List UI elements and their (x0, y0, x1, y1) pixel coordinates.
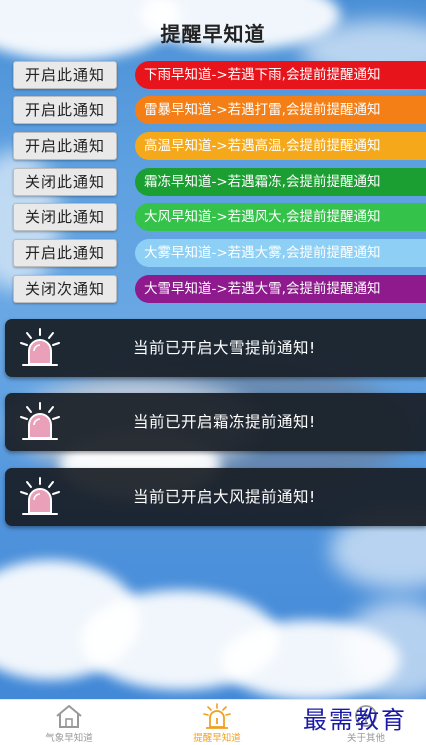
notification-row: 关闭此通知 霜冻早知道->若遇霜冻,会提前提醒通知 (0, 168, 426, 196)
active-alert-card: 当前已开启大雪提前通知! (5, 319, 426, 377)
watermark-text: 最需教育 (303, 706, 407, 734)
toggle-notification-button[interactable]: 关闭此通知 (13, 203, 117, 231)
notification-description: 雷暴早知道->若遇打雷,会提前提醒通知 (135, 96, 426, 124)
notification-row: 开启此通知 雷暴早知道->若遇打雷,会提前提醒通知 (0, 96, 426, 124)
toggle-notification-button[interactable]: 开启此通知 (13, 239, 117, 267)
notification-row: 关闭此通知 大风早知道->若遇风大,会提前提醒通知 (0, 203, 426, 231)
tab-label: 气象早知道 (45, 733, 93, 744)
toggle-notification-button[interactable]: 开启此通知 (13, 96, 117, 124)
alert-message: 当前已开启霜冻提前通知! (133, 413, 316, 431)
tab-weather[interactable]: 气象早知道 (19, 700, 119, 745)
notification-description: 下雨早知道->若遇下雨,会提前提醒通知 (135, 61, 426, 89)
notification-description: 大雪早知道->若遇大雪,会提前提醒通知 (135, 275, 426, 303)
notification-row: 开启此通知 下雨早知道->若遇下雨,会提前提醒通知 (0, 61, 426, 89)
tab-label: 提醒早知道 (193, 733, 241, 744)
toggle-notification-button[interactable]: 关闭次通知 (13, 275, 117, 303)
alarm-light-icon (203, 703, 231, 729)
toggle-notification-button[interactable]: 关闭此通知 (13, 168, 117, 196)
notification-row: 开启此通知 大雾早知道->若遇大雾,会提前提醒通知 (0, 239, 426, 267)
notification-description: 霜冻早知道->若遇霜冻,会提前提醒通知 (135, 168, 426, 196)
alarm-light-icon (20, 328, 60, 366)
active-alert-card: 当前已开启霜冻提前通知! (5, 393, 426, 451)
tab-reminders[interactable]: 提醒早知道 (167, 700, 267, 745)
alert-message: 当前已开启大雪提前通知! (133, 339, 316, 357)
active-alert-card: 当前已开启大风提前通知! (5, 468, 426, 526)
toggle-notification-button[interactable]: 开启此通知 (13, 61, 117, 89)
notification-row: 关闭次通知 大雪早知道->若遇大雪,会提前提醒通知 (0, 275, 426, 303)
toggle-notification-button[interactable]: 开启此通知 (13, 132, 117, 160)
notification-row: 开启此通知 高温早知道->若遇高温,会提前提醒通知 (0, 132, 426, 160)
page-title: 提醒早知道 (160, 22, 266, 46)
notification-description: 大风早知道->若遇风大,会提前提醒通知 (135, 203, 426, 231)
house-icon (56, 705, 82, 728)
notification-description: 高温早知道->若遇高温,会提前提醒通知 (135, 132, 426, 160)
alarm-light-icon (20, 477, 60, 515)
alarm-light-icon (20, 402, 60, 440)
alert-message: 当前已开启大风提前通知! (133, 488, 316, 506)
notification-description: 大雾早知道->若遇大雾,会提前提醒通知 (135, 239, 426, 267)
